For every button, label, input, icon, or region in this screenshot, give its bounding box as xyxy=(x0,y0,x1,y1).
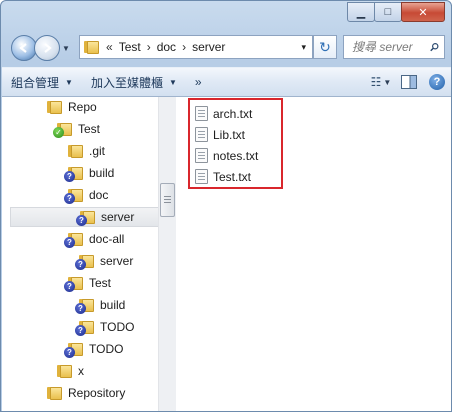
tree-item[interactable]: Repo xyxy=(47,97,97,117)
tree-item[interactable]: ? doc xyxy=(64,185,109,205)
checkmark-badge-icon: ✓ xyxy=(53,127,64,138)
add-to-library-label: 加入至媒體櫃 xyxy=(90,75,163,90)
folder-icon xyxy=(57,364,73,378)
minimize-button[interactable]: ▁ xyxy=(347,2,375,22)
highlight-box xyxy=(188,98,283,189)
question-badge-icon: ? xyxy=(75,303,86,314)
navigation-buttons: ▼ xyxy=(11,35,70,61)
question-badge-icon: ? xyxy=(64,347,75,358)
tree-item-label: build xyxy=(89,166,115,180)
caption-buttons: ▁ □ ✕ xyxy=(347,2,445,22)
folder-icon xyxy=(47,386,63,400)
tree-item-label: Repo xyxy=(68,100,97,114)
folder-icon: ? xyxy=(76,210,96,226)
explorer-window: ▁ □ ✕ ▼ « Test › doc › server ▾ ↻ 搜尋 ser… xyxy=(0,0,452,412)
more-commands-label: » xyxy=(194,75,202,89)
tree-item[interactable]: ? Test xyxy=(64,273,112,293)
breadcrumb-separator[interactable]: › xyxy=(147,40,151,54)
tree-item[interactable]: ? server xyxy=(10,207,158,227)
tree-item-label: doc xyxy=(89,188,109,202)
more-commands-button[interactable]: » xyxy=(186,68,211,96)
question-badge-icon: ? xyxy=(64,281,75,292)
back-arrow-icon xyxy=(19,43,27,53)
tree-item-label: Test xyxy=(89,276,112,290)
recent-pages-dropdown[interactable]: ▼ xyxy=(62,44,70,53)
question-badge-icon: ? xyxy=(75,259,86,270)
tree-item[interactable]: ? build xyxy=(64,163,115,183)
folder-icon: ? xyxy=(75,298,95,314)
folder-icon: ? xyxy=(75,320,95,336)
forward-arrow-icon xyxy=(44,43,52,53)
search-icon[interactable] xyxy=(430,41,439,53)
tree-item[interactable]: ✓ Test xyxy=(53,119,101,139)
search-box xyxy=(343,35,445,59)
tree-item[interactable]: ? doc-all xyxy=(64,229,125,249)
help-icon: ? xyxy=(429,74,445,90)
folder-icon: ? xyxy=(64,276,84,292)
breadcrumb-item-test[interactable]: Test xyxy=(119,40,141,54)
organize-label: 組合管理 xyxy=(11,75,60,90)
question-badge-icon: ? xyxy=(64,171,75,182)
change-view-button[interactable]: ☷ ▼ xyxy=(367,71,395,93)
command-bar: 組合管理 ▼ 加入至媒體櫃 ▼ » ☷ ▼ ? xyxy=(2,67,451,97)
scrollbar-thumb[interactable] xyxy=(160,183,175,217)
tree-item-label: .git xyxy=(89,144,106,158)
tree-item[interactable]: ? TODO xyxy=(75,317,135,337)
tree-item[interactable]: x xyxy=(57,361,84,381)
preview-pane-button[interactable] xyxy=(395,71,423,93)
tree-item-label: x xyxy=(78,364,84,378)
breadcrumb-item-server[interactable]: server xyxy=(192,40,225,54)
question-badge-icon: ? xyxy=(76,215,87,226)
chevron-down-icon: ▼ xyxy=(65,77,73,87)
tree-item-label: server xyxy=(100,254,134,268)
question-badge-icon: ? xyxy=(75,325,86,336)
folder-icon: ? xyxy=(64,342,84,358)
toolbar-right: ☷ ▼ ? xyxy=(367,71,451,93)
tree-item-label: Repository xyxy=(68,386,126,400)
tree-item-label: TODO xyxy=(89,342,124,356)
add-to-library-button[interactable]: 加入至媒體櫃 ▼ xyxy=(82,68,186,96)
tree-item-label: doc-all xyxy=(89,232,125,246)
tree-item[interactable]: .git xyxy=(68,141,105,161)
question-badge-icon: ? xyxy=(64,193,75,204)
maximize-button[interactable]: □ xyxy=(374,2,402,22)
organize-menu-button[interactable]: 組合管理 ▼ xyxy=(2,68,82,96)
tree-item-label: TODO xyxy=(100,320,135,334)
tree-item[interactable]: ? TODO xyxy=(64,339,124,359)
close-button[interactable]: ✕ xyxy=(401,2,445,22)
folder-icon: ? xyxy=(64,166,84,182)
folder-icon: ✓ xyxy=(53,122,73,138)
chevron-down-icon: ▼ xyxy=(383,77,392,87)
tree-item[interactable]: Repository xyxy=(47,383,125,403)
refresh-icon: ↻ xyxy=(319,38,331,55)
folder-icon: ? xyxy=(64,232,84,248)
forward-button[interactable] xyxy=(34,35,60,61)
address-bar[interactable]: « Test › doc › server ▾ xyxy=(79,35,313,59)
refresh-button[interactable]: ↻ xyxy=(313,35,337,59)
breadcrumb-overflow[interactable]: « xyxy=(106,40,113,54)
help-button[interactable]: ? xyxy=(423,71,451,93)
folder-icon xyxy=(68,144,84,158)
search-input[interactable] xyxy=(350,39,430,55)
tree-item-label: server xyxy=(101,210,135,224)
question-badge-icon: ? xyxy=(64,237,75,248)
tree-item-label: Test xyxy=(78,122,101,136)
navigation-pane[interactable]: Repo ✓ Test .git? build? doc? server? doc-all? s… xyxy=(2,97,158,411)
folder-icon xyxy=(84,40,100,54)
folder-icon xyxy=(47,100,63,114)
preview-pane-icon xyxy=(401,75,417,89)
tree-item[interactable]: ? server xyxy=(75,251,134,271)
breadcrumb-item-doc[interactable]: doc xyxy=(157,40,176,54)
breadcrumb: « Test › doc › server xyxy=(100,40,225,54)
folder-icon: ? xyxy=(64,188,84,204)
view-icon: ☷ xyxy=(370,75,382,89)
chevron-down-icon: ▼ xyxy=(168,77,177,87)
tree-item-label: build xyxy=(100,298,126,312)
navigation-pane-scrollbar[interactable] xyxy=(158,97,176,411)
address-dropdown-icon[interactable]: ▾ xyxy=(301,42,306,53)
folder-icon: ? xyxy=(75,254,95,270)
tree-item[interactable]: ? build xyxy=(75,295,126,315)
breadcrumb-separator[interactable]: › xyxy=(182,40,186,54)
